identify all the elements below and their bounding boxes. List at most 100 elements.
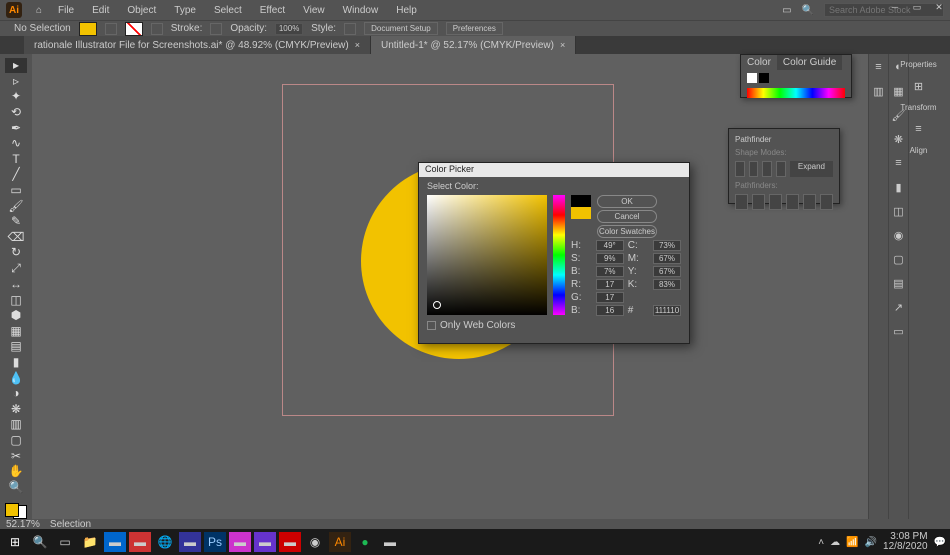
b-field[interactable] [596, 266, 624, 277]
home-icon[interactable]: ⌂ [30, 1, 48, 19]
clock[interactable]: 3:08 PM12/8/2020 [883, 532, 928, 552]
symbols-icon[interactable]: ❋ [892, 132, 906, 146]
transform-icon[interactable]: ⊞ [912, 79, 926, 93]
task-spotify[interactable]: ● [354, 532, 376, 552]
search-button[interactable]: 🔍 [29, 532, 51, 552]
perspective-tool[interactable]: ▦ [5, 324, 27, 339]
scale-tool[interactable]: ⤢ [5, 261, 27, 276]
max-btn[interactable]: ▭ [906, 0, 928, 14]
swatches-icon[interactable]: ▦ [892, 84, 906, 98]
menu-help[interactable]: Help [388, 3, 425, 18]
symbol-sprayer-tool[interactable]: ❋ [5, 401, 27, 416]
close-icon[interactable]: × [560, 40, 565, 50]
m-field[interactable] [653, 253, 681, 264]
close-icon[interactable]: × [355, 40, 360, 50]
color-guide-tab[interactable]: Color Guide [777, 55, 842, 70]
menu-window[interactable]: Window [335, 3, 387, 18]
artboard-tool[interactable]: ▢ [5, 433, 27, 448]
crop-button[interactable] [786, 194, 799, 210]
search-icon[interactable]: 🔍 [802, 5, 814, 16]
notifications-icon[interactable]: 💬 [934, 537, 946, 548]
y-field[interactable] [653, 266, 681, 277]
color-marker[interactable] [433, 301, 441, 309]
swatch-white[interactable] [747, 73, 757, 83]
free-transform-tool[interactable]: ◫ [5, 292, 27, 307]
color-panel[interactable]: Color Color Guide [740, 54, 852, 98]
color-field[interactable] [427, 195, 547, 315]
h-field[interactable] [596, 240, 624, 251]
width-tool[interactable]: ↔ [5, 277, 27, 292]
fill-dropdown[interactable] [105, 23, 117, 35]
task-chrome[interactable]: 🌐 [154, 532, 176, 552]
arrange-icon[interactable]: ▭ [782, 5, 791, 16]
doc-tab-1[interactable]: rationale Illustrator File for Screensho… [24, 36, 371, 54]
tray-volume-icon[interactable]: 🔊 [865, 537, 877, 548]
layers-icon[interactable]: ▤ [892, 276, 906, 290]
menu-select[interactable]: Select [206, 3, 250, 18]
stroke-dropdown[interactable] [151, 23, 163, 35]
menu-edit[interactable]: Edit [84, 3, 117, 18]
outline-button[interactable] [803, 194, 816, 210]
eraser-tool[interactable]: ⌫ [5, 230, 27, 245]
menu-view[interactable]: View [295, 3, 333, 18]
tray-up-icon[interactable]: ˄ [818, 537, 824, 548]
spectrum-slider[interactable] [747, 88, 845, 98]
cancel-button[interactable]: Cancel [597, 210, 657, 223]
pathfinder-panel[interactable]: Pathfinder Shape Modes: Expand Pathfinde… [728, 128, 840, 204]
trim-button[interactable] [752, 194, 765, 210]
fill-swatch[interactable] [79, 22, 97, 36]
hue-slider[interactable] [553, 195, 565, 315]
task-app-5[interactable]: ▬ [254, 532, 276, 552]
menu-type[interactable]: Type [166, 3, 204, 18]
asset-export-icon[interactable]: ↗ [892, 300, 906, 314]
preferences-button[interactable]: Preferences [446, 22, 503, 35]
zoom-tool[interactable]: 🔍 [5, 479, 27, 494]
style-dropdown[interactable] [344, 23, 356, 35]
doc-tab-2[interactable]: Untitled-1* @ 52.17% (CMYK/Preview)× [371, 36, 576, 54]
task-app-2[interactable]: ▬ [129, 532, 151, 552]
gradient-panel-icon[interactable]: ▮ [892, 180, 906, 194]
k-field[interactable] [653, 279, 681, 290]
exclude-button[interactable] [776, 161, 786, 177]
task-steam[interactable]: ◉ [304, 532, 326, 552]
minus-back-button[interactable] [820, 194, 833, 210]
minus-front-button[interactable] [749, 161, 759, 177]
rotate-tool[interactable]: ↻ [5, 245, 27, 260]
magic-wand-tool[interactable]: ✦ [5, 89, 27, 104]
s-field[interactable] [596, 253, 624, 264]
direct-selection-tool[interactable]: ▹ [5, 74, 27, 89]
c-field[interactable] [653, 240, 681, 251]
pen-tool[interactable]: ✒ [5, 120, 27, 135]
zoom-level[interactable]: 52.17% [6, 519, 40, 529]
task-illustrator[interactable]: Ai [329, 532, 351, 552]
unite-button[interactable] [735, 161, 745, 177]
doc-setup-button[interactable]: Document Setup [364, 22, 438, 35]
stroke-panel-icon[interactable]: ≡ [892, 156, 906, 170]
stroke-weight[interactable] [210, 23, 222, 35]
explorer-icon[interactable]: 📁 [79, 532, 101, 552]
expand-button[interactable]: Expand [790, 161, 833, 177]
tray-onedrive-icon[interactable]: ☁ [830, 537, 840, 548]
artboards-icon[interactable]: ▭ [892, 324, 906, 338]
opacity-field[interactable]: 100% [275, 23, 303, 35]
menu-file[interactable]: File [50, 3, 82, 18]
color-tab[interactable]: Color [741, 55, 777, 70]
fill-stroke-swatch[interactable] [5, 503, 27, 519]
appearance-icon[interactable]: ◉ [892, 228, 906, 242]
hand-tool[interactable]: ✋ [5, 464, 27, 479]
divide-button[interactable] [735, 194, 748, 210]
r-field[interactable] [596, 279, 624, 290]
paintbrush-tool[interactable]: 🖌 [5, 198, 27, 213]
libraries-icon[interactable]: ▥ [872, 84, 886, 98]
task-acrobat[interactable]: ▬ [279, 532, 301, 552]
web-colors-checkbox[interactable] [427, 321, 436, 330]
properties-icon[interactable]: ≡ [872, 60, 886, 74]
menu-effect[interactable]: Effect [252, 3, 293, 18]
task-app-6[interactable]: ▬ [379, 532, 401, 552]
curvature-tool[interactable]: ∿ [5, 136, 27, 151]
close-btn[interactable]: ✕ [928, 0, 950, 14]
task-app-3[interactable]: ▬ [179, 532, 201, 552]
start-button[interactable]: ⊞ [4, 532, 26, 552]
task-app-1[interactable]: ▬ [104, 532, 126, 552]
color-swatches-button[interactable]: Color Swatches [597, 225, 657, 238]
